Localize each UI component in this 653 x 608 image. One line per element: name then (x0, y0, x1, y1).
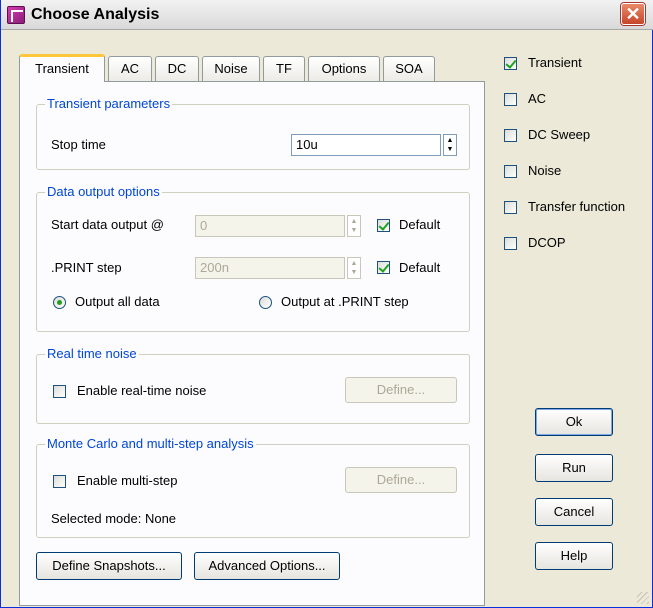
tab-ac[interactable]: AC (108, 56, 152, 81)
analysis-transient-checkbox[interactable] (504, 57, 517, 70)
output-all-data-radio[interactable] (53, 296, 66, 309)
print-step-spinner[interactable]: ▲ ▼ (347, 257, 361, 279)
group-title: Monte Carlo and multi-step analysis (45, 436, 256, 451)
analysis-dc-sweep-checkbox[interactable] (504, 129, 517, 142)
tab-transient[interactable]: Transient (19, 54, 105, 82)
analysis-transfer-function-label[interactable]: Transfer function (528, 199, 625, 214)
analysis-ac-checkbox[interactable] (504, 93, 517, 106)
advanced-options-button[interactable]: Advanced Options... (194, 552, 340, 580)
title-bar[interactable]: Choose Analysis ✕ (1, 0, 653, 30)
start-default-label: Default (399, 217, 441, 232)
tab-noise[interactable]: Noise (202, 56, 260, 81)
stop-time-spinner[interactable]: ▲ ▼ (443, 134, 457, 156)
analysis-noise-checkbox[interactable] (504, 165, 517, 178)
analysis-transfer-function-checkbox[interactable] (504, 201, 517, 214)
output-print-step-radio[interactable] (259, 296, 272, 309)
spin-down-icon[interactable]: ▼ (349, 226, 359, 235)
stop-time-label: Stop time (51, 137, 106, 152)
analysis-ac-label[interactable]: AC (528, 91, 546, 106)
spin-up-icon[interactable]: ▲ (349, 217, 359, 226)
start-default-checkbox[interactable] (377, 219, 390, 232)
noise-define-button[interactable]: Define... (345, 377, 457, 403)
run-button[interactable]: Run (535, 454, 613, 482)
resize-grip-icon[interactable] (637, 592, 649, 604)
tab-dc[interactable]: DC (155, 56, 199, 81)
spin-down-icon[interactable]: ▼ (445, 145, 455, 154)
print-default-label: Default (399, 260, 441, 275)
tab-options[interactable]: Options (308, 56, 380, 81)
tab-tf[interactable]: TF (263, 56, 305, 81)
group-title: Transient parameters (45, 96, 173, 111)
analysis-noise-label[interactable]: Noise (528, 163, 561, 178)
enable-multi-step-checkbox[interactable] (53, 475, 66, 488)
analysis-dcop-label[interactable]: DCOP (528, 235, 566, 250)
selected-mode-text: Selected mode: None (51, 511, 177, 526)
define-snapshots-button[interactable]: Define Snapshots... (36, 552, 182, 580)
tab-soa[interactable]: SOA (383, 56, 435, 81)
multi-step-define-button[interactable]: Define... (345, 467, 457, 493)
help-button[interactable]: Help (535, 542, 613, 570)
window-title: Choose Analysis (31, 6, 160, 23)
group-title: Data output options (45, 184, 162, 199)
enable-real-time-noise-label[interactable]: Enable real-time noise (77, 383, 206, 398)
analysis-dcop-checkbox[interactable] (504, 237, 517, 250)
cancel-button[interactable]: Cancel (535, 498, 613, 526)
spin-down-icon[interactable]: ▼ (349, 268, 359, 277)
real-time-noise-group: Real time noise Enable real-time noise D… (36, 346, 470, 424)
spin-up-icon[interactable]: ▲ (349, 259, 359, 268)
output-all-data-label[interactable]: Output all data (75, 294, 160, 309)
app-icon (7, 6, 25, 24)
output-print-step-label[interactable]: Output at .PRINT step (281, 294, 409, 309)
analysis-dc-sweep-label[interactable]: DC Sweep (528, 127, 590, 142)
start-data-output-label: Start data output @ (51, 217, 164, 232)
spin-up-icon[interactable]: ▲ (445, 136, 455, 145)
choose-analysis-dialog: Choose Analysis ✕ Transient AC DC Noise … (0, 0, 653, 608)
print-step-input[interactable]: 200n (195, 257, 345, 279)
tab-panel-transient: Transient parameters Stop time 10u ▲ ▼ D… (19, 81, 485, 606)
enable-multi-step-label[interactable]: Enable multi-step (77, 473, 177, 488)
transient-parameters-group: Transient parameters Stop time 10u ▲ ▼ (36, 96, 470, 170)
print-default-checkbox[interactable] (377, 261, 390, 274)
enable-real-time-noise-checkbox[interactable] (53, 385, 66, 398)
start-data-output-spinner[interactable]: ▲ ▼ (347, 215, 361, 237)
monte-carlo-group: Monte Carlo and multi-step analysis Enab… (36, 436, 470, 538)
data-output-options-group: Data output options Start data output @ … (36, 184, 470, 332)
analysis-transient-label[interactable]: Transient (528, 55, 582, 70)
stop-time-input[interactable]: 10u (291, 134, 441, 156)
group-title: Real time noise (45, 346, 139, 361)
print-step-label: .PRINT step (51, 260, 122, 275)
ok-button[interactable]: Ok (535, 408, 613, 436)
close-button[interactable]: ✕ (621, 3, 645, 25)
start-data-output-input[interactable]: 0 (195, 215, 345, 237)
